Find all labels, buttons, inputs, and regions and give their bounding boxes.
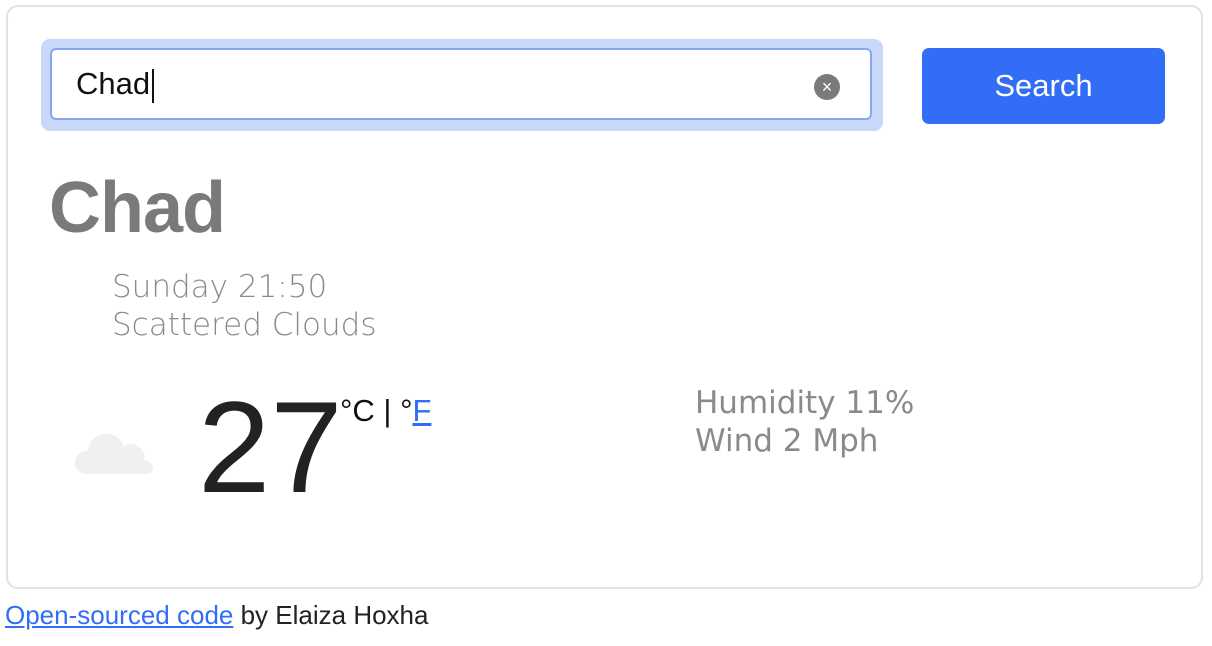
search-button[interactable]: Search: [922, 48, 1165, 124]
footer: Open-sourced code by Elaiza Hoxha: [5, 600, 428, 631]
humidity: Humidity 11%: [695, 385, 915, 421]
fahrenheit-degree: °: [400, 393, 413, 428]
celsius-unit: °C: [340, 393, 375, 428]
open-source-link[interactable]: Open-sourced code: [5, 600, 233, 630]
clear-search-icon[interactable]: ×: [814, 74, 840, 100]
temperature-units: °C | °F: [340, 393, 431, 429]
cloud-icon: [74, 433, 154, 474]
footer-author: by Elaiza Hoxha: [233, 600, 429, 630]
weather-description: Scattered Clouds: [112, 307, 377, 343]
date-time: Sunday 21:50: [112, 269, 328, 305]
search-input[interactable]: [76, 64, 796, 104]
city-name: Chad: [49, 168, 226, 248]
text-caret: [152, 69, 154, 103]
fahrenheit-link[interactable]: F: [412, 393, 431, 428]
unit-separator: |: [374, 393, 401, 428]
search-field-focus-ring: ×: [41, 39, 883, 131]
temperature-value: 27: [198, 374, 343, 520]
wind-speed: Wind 2 Mph: [695, 423, 879, 459]
search-field[interactable]: ×: [50, 48, 872, 120]
weather-card: × Search Chad Sunday 21:50 Scattered Clo…: [6, 5, 1203, 589]
